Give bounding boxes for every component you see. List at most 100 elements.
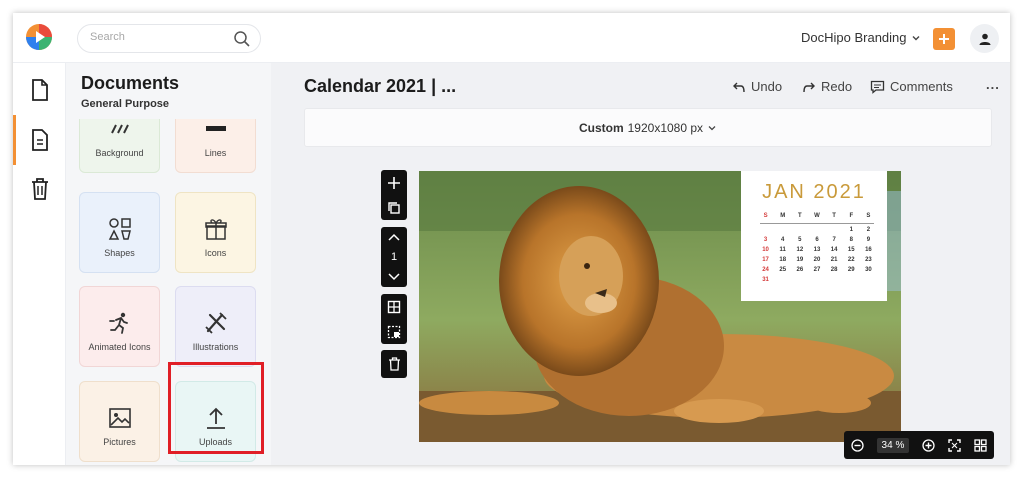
select-area-icon[interactable] bbox=[387, 325, 401, 339]
design-canvas[interactable]: JAN 2021 S M T W T F S 12 3456789 10 11 12… bbox=[419, 171, 901, 442]
add-page-icon[interactable] bbox=[387, 176, 401, 190]
day: 28 bbox=[830, 267, 838, 273]
tile-icons[interactable]: Icons bbox=[175, 192, 256, 273]
zoom-out-icon[interactable] bbox=[850, 438, 864, 452]
redo-label: Redo bbox=[821, 79, 853, 94]
tile-lines[interactable]: Lines bbox=[175, 119, 256, 173]
tile-label: Shapes bbox=[104, 248, 135, 258]
tile-label: Lines bbox=[204, 148, 227, 158]
day: 9 bbox=[866, 237, 871, 243]
tile-illustrations[interactable]: Illustrations bbox=[175, 286, 256, 367]
weekday: F bbox=[849, 213, 854, 219]
more-options-button[interactable]: ... bbox=[986, 77, 1000, 92]
day: 21 bbox=[830, 257, 838, 263]
size-name: Custom bbox=[578, 120, 624, 135]
document-title[interactable]: Calendar 2021 | ... bbox=[304, 76, 456, 97]
tile-background[interactable]: Background bbox=[79, 119, 160, 173]
day bbox=[826, 227, 843, 233]
day bbox=[791, 277, 808, 283]
search-box[interactable] bbox=[77, 24, 261, 53]
picture-icon bbox=[107, 405, 133, 431]
uploads-highlight-box bbox=[168, 362, 264, 454]
grid-icon[interactable] bbox=[387, 300, 401, 314]
page-navigation-group: 1 bbox=[381, 227, 407, 287]
tile-animated-icons[interactable]: Animated Icons bbox=[79, 286, 160, 367]
tile-label: Background bbox=[95, 148, 144, 158]
calendar-grid: S M T W T F S bbox=[757, 213, 877, 219]
tile-label: Icons bbox=[204, 248, 227, 258]
zoom-value-field[interactable]: 34 % bbox=[876, 437, 910, 453]
rail-document-button[interactable] bbox=[25, 75, 54, 104]
day bbox=[860, 277, 877, 283]
undo-button[interactable]: Undo bbox=[732, 79, 782, 94]
app-window: DocHipo Branding Documents General Purpo… bbox=[13, 13, 1010, 465]
day: 3 bbox=[763, 237, 768, 243]
duplicate-page-icon[interactable] bbox=[387, 201, 401, 215]
trash-icon bbox=[388, 357, 400, 371]
weekday: M bbox=[780, 213, 786, 219]
day bbox=[843, 277, 860, 283]
calendar-title: JAN 2021 bbox=[762, 181, 866, 203]
illustration-icon bbox=[203, 310, 229, 336]
weekday: W bbox=[814, 213, 820, 219]
day bbox=[808, 227, 825, 233]
redo-button[interactable]: Redo bbox=[802, 79, 852, 94]
day: 12 bbox=[796, 247, 804, 253]
brand-dropdown[interactable]: DocHipo Branding bbox=[801, 30, 921, 45]
shapes-icon bbox=[107, 216, 133, 242]
day: 27 bbox=[813, 267, 821, 273]
day: 1 bbox=[849, 227, 853, 233]
more-icon: ... bbox=[986, 77, 1000, 92]
user-menu-button[interactable] bbox=[970, 24, 999, 53]
day: 19 bbox=[796, 257, 804, 263]
comments-button[interactable]: Comments bbox=[870, 79, 953, 94]
calendar-card[interactable]: JAN 2021 S M T W T F S 12 3456789 10 11 12… bbox=[741, 171, 887, 301]
zoom-in-icon[interactable] bbox=[922, 438, 936, 452]
day: 22 bbox=[847, 257, 855, 263]
page-down-icon[interactable] bbox=[387, 272, 401, 282]
delete-page-button[interactable] bbox=[381, 350, 407, 378]
left-rail bbox=[13, 63, 66, 465]
day: 2 bbox=[866, 227, 871, 233]
plus-icon bbox=[939, 34, 949, 44]
day: 23 bbox=[865, 257, 872, 263]
comment-icon bbox=[870, 80, 885, 94]
day: 15 bbox=[847, 247, 855, 253]
tile-label: Illustrations bbox=[192, 342, 239, 352]
page-up-icon[interactable] bbox=[387, 232, 401, 242]
day bbox=[791, 227, 808, 233]
day: 6 bbox=[815, 237, 819, 243]
undo-label: Undo bbox=[751, 79, 783, 94]
grid-view-icon[interactable] bbox=[974, 438, 988, 452]
day: 4 bbox=[781, 237, 785, 243]
tile-pictures[interactable]: Pictures bbox=[79, 381, 160, 462]
day: 17 bbox=[762, 257, 769, 263]
chevron-down-icon bbox=[708, 125, 716, 130]
day bbox=[757, 227, 774, 233]
dochipo-logo[interactable] bbox=[25, 23, 53, 51]
day: 20 bbox=[813, 257, 821, 263]
create-new-button[interactable] bbox=[933, 28, 955, 50]
search-icon[interactable] bbox=[233, 30, 251, 48]
tile-shapes[interactable]: Shapes bbox=[79, 192, 160, 273]
background-icon bbox=[107, 119, 133, 142]
day: 14 bbox=[830, 247, 838, 253]
day: 18 bbox=[779, 257, 787, 263]
tile-label: Animated Icons bbox=[88, 342, 151, 352]
brand-label: DocHipo Branding bbox=[801, 30, 907, 45]
document-list-icon bbox=[31, 128, 48, 151]
zoom-unit: % bbox=[895, 439, 905, 451]
canvas-size-dropdown[interactable]: Custom 1920x1080 px bbox=[304, 108, 992, 147]
tile-label: Pictures bbox=[103, 437, 136, 447]
search-input[interactable] bbox=[90, 31, 220, 43]
weekday: T bbox=[832, 213, 836, 219]
day bbox=[808, 277, 825, 283]
rail-documents-button[interactable] bbox=[25, 125, 54, 154]
calendar-days: 12 3456789 10 11 12 13 14 15 16 17 18 19 20 21 22 23… bbox=[757, 227, 877, 283]
fit-screen-icon[interactable] bbox=[948, 438, 962, 452]
rail-trash-button[interactable] bbox=[25, 174, 54, 203]
day: 31 bbox=[762, 277, 769, 283]
weekday: S bbox=[866, 213, 871, 219]
undo-icon bbox=[733, 82, 745, 92]
day: 7 bbox=[832, 237, 836, 243]
